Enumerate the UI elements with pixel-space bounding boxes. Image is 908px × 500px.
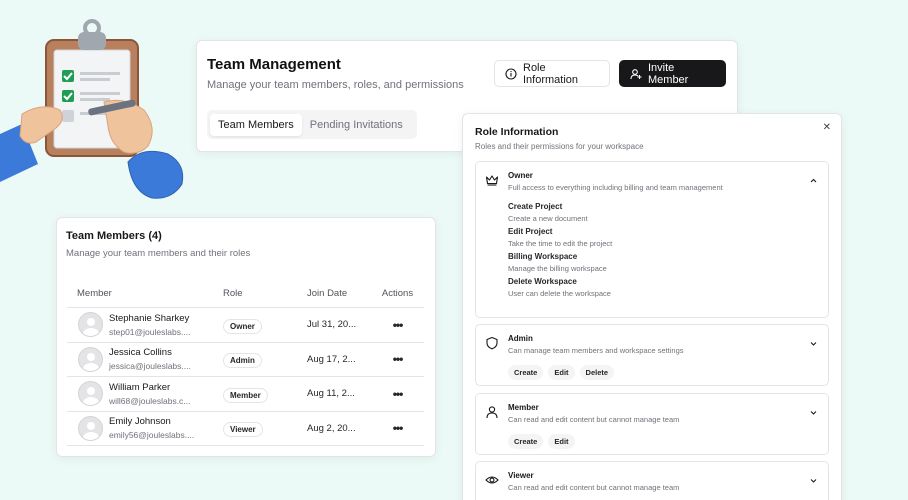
more-actions-icon[interactable]: •••	[393, 352, 404, 366]
permission-chip: Create	[508, 434, 544, 449]
role-item-owner[interactable]: Owner Full access to everything includin…	[475, 161, 829, 318]
member-name: Emily Johnson	[109, 416, 171, 428]
join-date: Aug 2, 20...	[307, 422, 356, 434]
role-description: Can read and edit content but cannot man…	[508, 415, 680, 424]
column-member: Member	[77, 288, 112, 299]
user-plus-icon	[630, 68, 642, 79]
more-actions-icon[interactable]: •••	[393, 421, 404, 435]
invite-member-label: Invite Member	[648, 61, 689, 86]
role-item-member[interactable]: Member Can read and edit content but can…	[475, 393, 829, 455]
role-name: Member	[508, 403, 539, 412]
more-actions-icon[interactable]: •••	[393, 318, 404, 332]
tab-team-members[interactable]: Team Members	[210, 113, 302, 136]
permission-chip: Edit	[548, 365, 575, 380]
close-icon[interactable]: ✕	[823, 122, 831, 133]
role-description: Full access to everything including bill…	[508, 183, 723, 192]
user-icon	[486, 406, 498, 419]
role-name: Admin	[508, 334, 533, 343]
shield-icon	[486, 336, 498, 350]
member-email: step01@jouleslabs....	[109, 326, 191, 337]
table-row: Emily Johnson emily56@jouleslabs.... Vie…	[67, 412, 424, 446]
chevron-up-icon[interactable]	[809, 176, 818, 185]
column-role: Role	[223, 288, 243, 299]
tab-bar: Team Members Pending Invitations	[207, 110, 417, 139]
invite-member-button[interactable]: Invite Member	[619, 60, 726, 87]
chevron-down-icon[interactable]	[809, 408, 818, 417]
permission-description: Create a new document	[508, 214, 588, 223]
role-name: Viewer	[508, 471, 534, 480]
chevron-down-icon[interactable]	[809, 339, 818, 348]
member-email: jessica@jouleslabs....	[109, 361, 191, 372]
members-title: Team Members (4)	[66, 230, 162, 242]
role-badge: Owner	[223, 318, 262, 334]
avatar	[78, 415, 103, 441]
page-subtitle: Manage your team members, roles, and per…	[207, 79, 464, 91]
members-table: Member Role Join Date Actions Stephanie …	[67, 280, 424, 446]
role-panel-subtitle: Roles and their permissions for your wor…	[475, 142, 644, 151]
role-description: Can manage team members and workspace se…	[508, 346, 684, 355]
role-panel-title: Role Information	[475, 126, 559, 138]
permission-description: Take the time to edit the project	[508, 239, 613, 248]
avatar	[78, 381, 103, 407]
role-item-admin[interactable]: Admin Can manage team members and worksp…	[475, 324, 829, 386]
member-email: will68@jouleslabs.c...	[109, 395, 191, 406]
role-information-button[interactable]: Role Information	[494, 60, 610, 87]
permission-chip: Delete	[579, 365, 615, 380]
member-email: emily56@jouleslabs....	[109, 430, 195, 441]
permission-list: Create Project Create a new document Edi…	[508, 202, 612, 302]
role-badge: Viewer	[223, 422, 263, 438]
role-description: Can read and edit content but cannot man…	[508, 483, 680, 492]
member-name: Stephanie Sharkey	[109, 312, 190, 324]
chevron-down-icon[interactable]	[809, 476, 818, 485]
table-row: William Parker will68@jouleslabs.c... Me…	[67, 377, 424, 412]
tab-pending-invitations[interactable]: Pending Invitations	[302, 114, 411, 136]
permission-chips: Create Edit	[508, 434, 575, 449]
permission-name: Create Project	[508, 202, 563, 211]
eye-icon	[485, 476, 499, 484]
column-actions: Actions	[381, 288, 414, 299]
column-join-date: Join Date	[307, 288, 348, 299]
avatar	[78, 346, 103, 372]
member-name: William Parker	[109, 381, 171, 393]
table-row: Stephanie Sharkey step01@jouleslabs.... …	[67, 308, 424, 343]
permission-description: User can delete the workspace	[508, 289, 611, 298]
member-name: Jessica Collins	[109, 347, 172, 359]
role-item-viewer[interactable]: Viewer Can read and edit content but can…	[475, 461, 829, 500]
page-title: Team Management	[207, 56, 341, 73]
team-members-card: Team Members (4) Manage your team member…	[56, 217, 436, 457]
join-date: Jul 31, 20...	[307, 319, 357, 331]
permission-chips: Create Edit Delete	[508, 365, 615, 380]
clipboard-illustration	[0, 14, 200, 214]
permission-name: Edit Project	[508, 227, 553, 236]
table-row: Jessica Collins jessica@jouleslabs.... A…	[67, 343, 424, 377]
info-icon	[505, 67, 517, 80]
permission-chip: Create	[508, 365, 544, 380]
join-date: Aug 17, 2...	[307, 353, 356, 365]
members-subtitle: Manage your team members and their roles	[66, 248, 251, 259]
role-badge: Admin	[223, 353, 262, 369]
crown-icon	[485, 175, 499, 186]
permission-description: Manage the billing workspace	[508, 264, 607, 273]
role-badge: Member	[223, 387, 268, 403]
table-header: Member Role Join Date Actions	[67, 280, 424, 308]
permission-chip: Edit	[548, 434, 575, 449]
more-actions-icon[interactable]: •••	[393, 387, 404, 401]
permission-name: Billing Workspace	[508, 252, 578, 261]
role-information-label: Role Information	[523, 61, 579, 86]
avatar	[78, 312, 103, 338]
role-information-panel: Role Information Roles and their permiss…	[462, 113, 842, 500]
join-date: Aug 11, 2...	[307, 388, 355, 400]
permission-name: Delete Workspace	[508, 277, 577, 286]
role-name: Owner	[508, 171, 533, 180]
